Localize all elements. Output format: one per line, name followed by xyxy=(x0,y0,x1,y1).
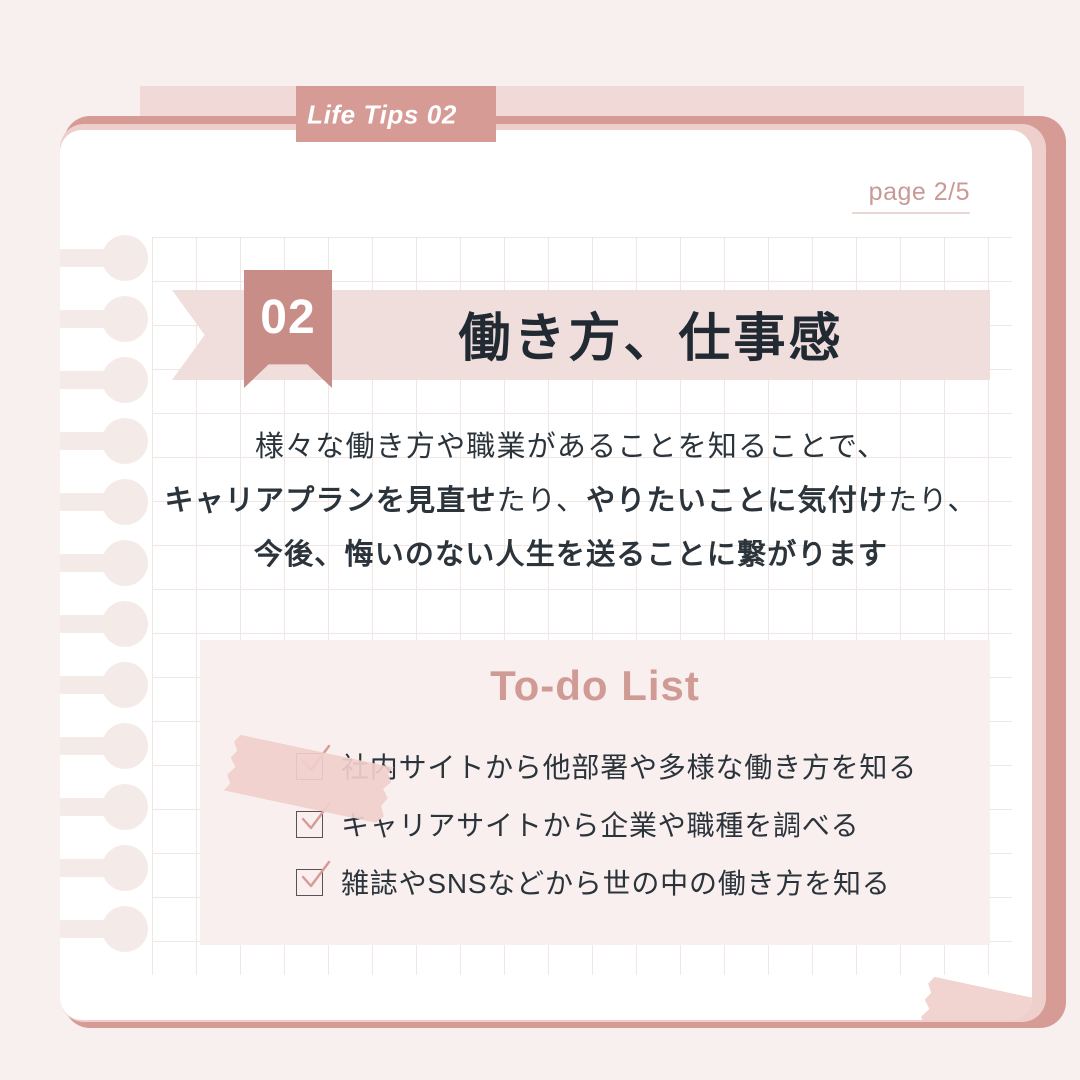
body-line-1: 様々な働き方や職業があることを知ることで、 xyxy=(150,420,992,474)
body-text-run: たり、 xyxy=(888,485,978,517)
binding-hole-eye xyxy=(102,845,148,891)
todo-panel-title: To-do List xyxy=(490,662,700,709)
todo-item[interactable]: キャリアサイトから企業や職種を調べる xyxy=(296,798,960,850)
body-line-2: キャリアプランを見直せたり、やりたいことに気付けたり、 xyxy=(150,474,992,528)
binding-hole-eye xyxy=(102,357,148,403)
body-line-3: 今後、悔いのない人生を送ることに繋がります xyxy=(150,528,992,582)
tab-2-active[interactable]: Life Tips 02 xyxy=(296,86,496,142)
binding-hole-eye xyxy=(102,601,148,647)
binding-hole-eye xyxy=(102,235,148,281)
todo-checkbox[interactable] xyxy=(296,860,331,896)
page-indicator: page 2/5 xyxy=(852,178,970,214)
page-indicator-underline xyxy=(852,212,970,214)
binding-hole-eye xyxy=(102,906,148,952)
body-text-run: たり、 xyxy=(496,485,587,517)
tab-label: Life Tips 02 xyxy=(307,99,457,130)
todo-item-list: 社内サイトから他部署や多様な働き方を知る キャリアサイトから企業や職種を調べる 雑誌… xyxy=(296,740,960,914)
body-text-emphasis: やりたいことに気付け xyxy=(586,485,889,517)
binding-hole-eye xyxy=(102,662,148,708)
binding-hole-eye xyxy=(102,418,148,464)
check-icon xyxy=(301,860,331,887)
body-text-run: 様々な働き方や職業があることを知ることで、 xyxy=(254,431,888,463)
notebook-card: page 2/5 働き方、仕事感 02 様々な働き方や職業があることを知ることで… xyxy=(60,130,1032,1020)
todo-item-label: 雑誌やSNSなどから世の中の働き方を知る xyxy=(341,868,891,899)
binding-hole-eye xyxy=(102,723,148,769)
body-text-emphasis: 今後、悔いのない人生を送ることに繋がります xyxy=(253,539,889,571)
section-number-label: 02 xyxy=(260,291,316,344)
washi-tape-icon xyxy=(918,976,1032,1020)
todo-item-label: 社内サイトから他部署や多様な働き方を知る xyxy=(341,752,918,783)
section-title: 働き方、仕事感 xyxy=(458,310,844,368)
binding-hole-eye xyxy=(102,784,148,830)
todo-checkbox[interactable] xyxy=(296,802,331,838)
binding-hole-eye xyxy=(102,479,148,525)
binding-hole-eye xyxy=(102,296,148,342)
binding-hole-eye xyxy=(102,540,148,586)
todo-item[interactable]: 雑誌やSNSなどから世の中の働き方を知る xyxy=(296,856,960,908)
page-indicator-label: page 2/5 xyxy=(868,178,970,206)
slide-canvas: Life Tips 02 page 2/5 働き方、仕事感 02 様々な働き方や… xyxy=(0,0,1080,1080)
todo-item[interactable]: 社内サイトから他部署や多様な働き方を知る xyxy=(296,740,960,792)
body-text-emphasis: キャリアプランを見直せ xyxy=(164,485,497,517)
body-paragraph: 様々な働き方や職業があることを知ることで、 キャリアプランを見直せたり、やりたいこ… xyxy=(150,420,992,582)
todo-item-label: キャリアサイトから企業や職種を調べる xyxy=(341,810,860,841)
